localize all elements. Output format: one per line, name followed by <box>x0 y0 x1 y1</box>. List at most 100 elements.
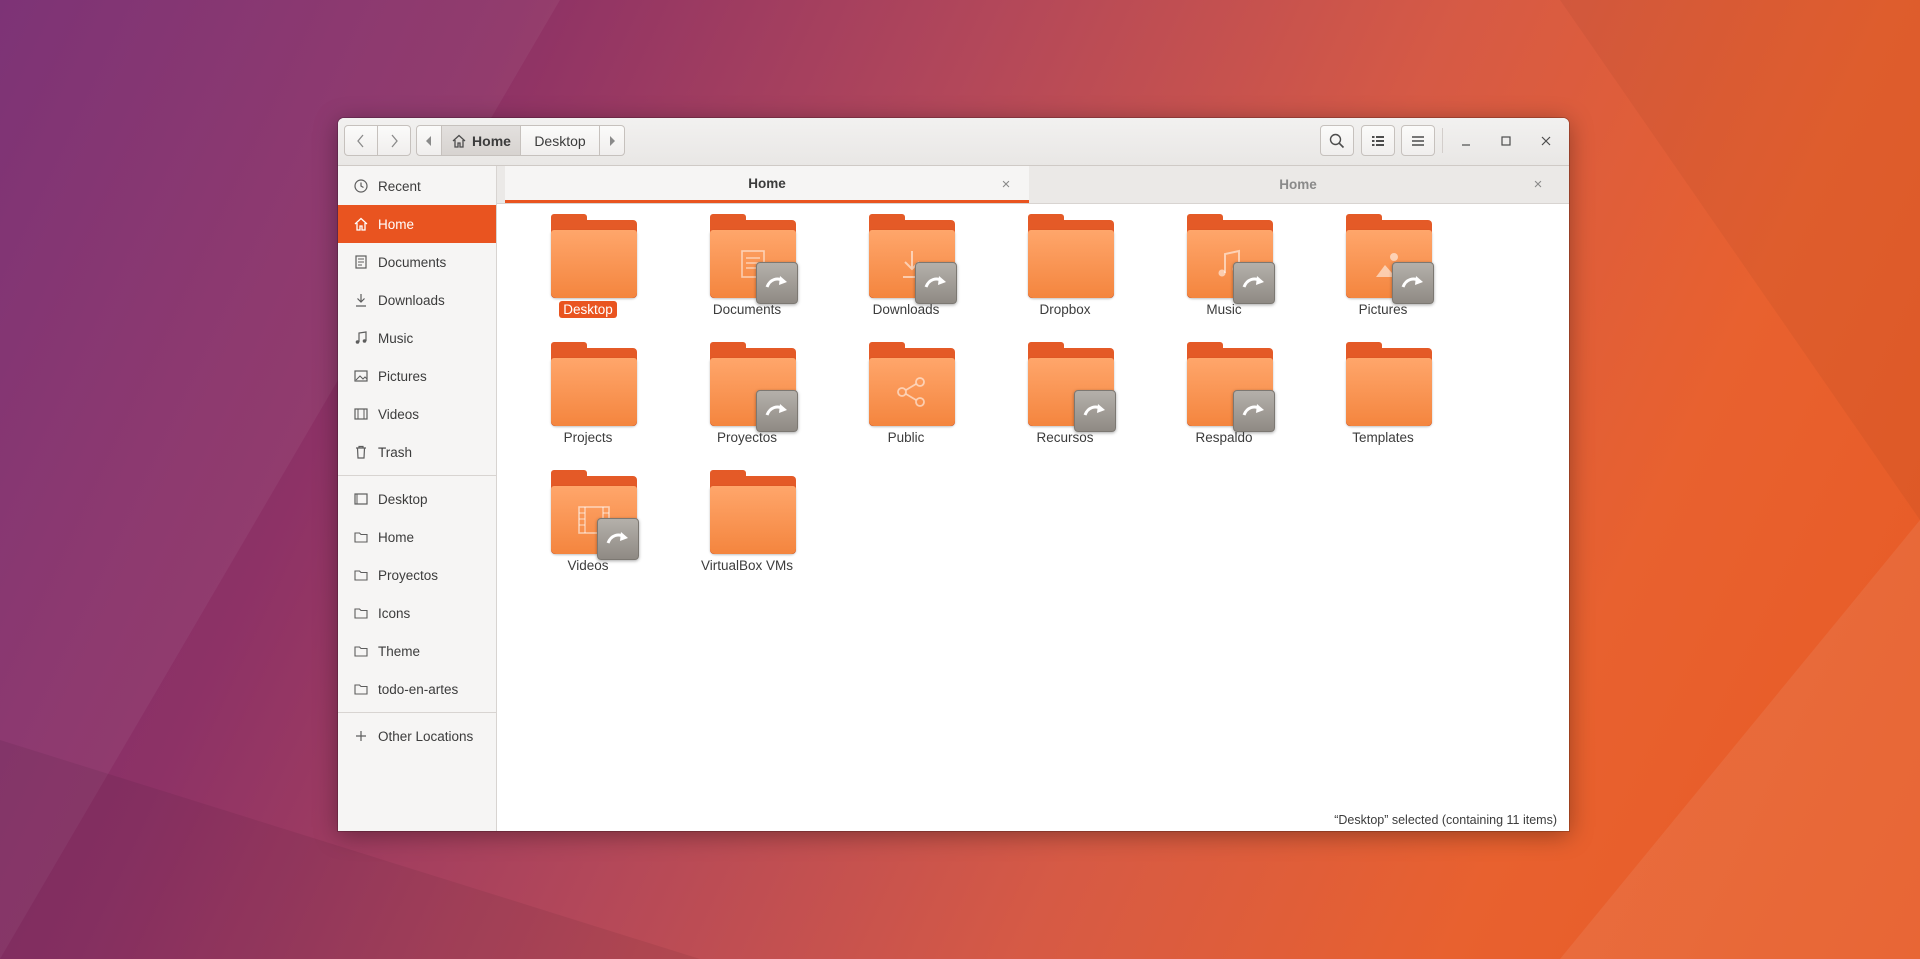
folder-item-templates[interactable]: Templates <box>1308 334 1458 452</box>
folder-icon <box>551 342 637 426</box>
picture-icon <box>352 368 369 385</box>
folder-label-text: Downloads <box>872 302 940 317</box>
symlink-arrow-icon <box>1083 404 1105 416</box>
folder-label: Downloads <box>831 302 981 317</box>
folder-icon <box>710 470 796 554</box>
folder-item-virtualbox-vms[interactable]: VirtualBox VMs <box>672 462 822 580</box>
search-button[interactable] <box>1320 125 1354 156</box>
sidebar-item-downloads[interactable]: Downloads <box>338 281 496 319</box>
sidebar-item-music[interactable]: Music <box>338 319 496 357</box>
folder-item-desktop[interactable]: Desktop <box>513 206 663 324</box>
folder-item-pictures[interactable]: Pictures <box>1308 206 1458 324</box>
sidebar-item-videos[interactable]: Videos <box>338 395 496 433</box>
sidebar-item-label: Home <box>378 529 415 545</box>
symlink-arrow-icon <box>765 276 787 288</box>
tab-home[interactable]: Home <box>1033 166 1563 203</box>
minimize-icon <box>1462 143 1470 146</box>
folder-item-respaldo[interactable]: Respaldo <box>1149 334 1299 452</box>
folder-item-recursos[interactable]: Recursos <box>990 334 1140 452</box>
folder-item-videos[interactable]: Videos <box>513 462 663 580</box>
back-button[interactable] <box>344 125 378 156</box>
symlink-arrow-icon <box>765 404 787 416</box>
maximize-icon <box>1501 135 1511 146</box>
folder-label-text: Videos <box>567 558 609 573</box>
symlink-emblem-icon <box>1233 390 1275 432</box>
view-toggle-button[interactable] <box>1361 125 1395 156</box>
tab-close-button[interactable]: × <box>1529 175 1547 193</box>
plus-icon <box>352 728 369 745</box>
home-icon <box>452 134 466 148</box>
folder-label: Projects <box>513 430 663 445</box>
tab-close-button[interactable]: × <box>997 175 1015 193</box>
sidebar-bookmark-todo-en-artes[interactable]: todo-en-artes <box>338 670 496 708</box>
download-icon <box>352 292 369 309</box>
folder-item-documents[interactable]: Documents <box>672 206 822 324</box>
folder-label: Music <box>1149 302 1299 317</box>
path-crumb-desktop[interactable]: Desktop <box>520 125 600 156</box>
folder-label-text: Respaldo <box>1195 430 1253 445</box>
close-icon: × <box>1001 175 1011 193</box>
folder-icon <box>352 529 369 546</box>
folder-item-projects[interactable]: Projects <box>513 334 663 452</box>
film-icon <box>352 406 369 423</box>
folder-label-text: Desktop <box>559 301 617 318</box>
folder-label-text: Pictures <box>1358 302 1408 317</box>
path-crumb-home[interactable]: Home <box>441 125 521 156</box>
sidebar-item-label: todo-en-artes <box>378 681 459 697</box>
sidebar-bookmark-proyectos[interactable]: Proyectos <box>338 556 496 594</box>
sidebar-item-label: Theme <box>378 643 421 659</box>
folder-label-text: Public <box>887 430 925 445</box>
sidebar-item-label: Videos <box>378 406 420 422</box>
folder-item-music[interactable]: Music <box>1149 206 1299 324</box>
folder-icon <box>869 342 955 426</box>
sidebar-item-other-locations[interactable]: Other Locations <box>338 717 496 755</box>
sidebar-bookmark-theme[interactable]: Theme <box>338 632 496 670</box>
close-window-button[interactable] <box>1529 125 1563 156</box>
tab-bar: Home × Home × <box>497 166 1569 204</box>
folder-item-downloads[interactable]: Downloads <box>831 206 981 324</box>
sidebar-item-pictures[interactable]: Pictures <box>338 357 496 395</box>
folder-label: Desktop <box>513 301 663 318</box>
header-bar: Home Desktop <box>338 118 1569 166</box>
forward-button[interactable] <box>377 125 411 156</box>
close-icon: × <box>1533 175 1543 193</box>
folder-item-proyectos[interactable]: Proyectos <box>672 334 822 452</box>
folder-icon <box>1028 214 1114 298</box>
folder-icon <box>352 681 369 698</box>
sidebar-separator <box>338 475 496 476</box>
sidebar-item-documents[interactable]: Documents <box>338 243 496 281</box>
sidebar-bookmark-icons[interactable]: Icons <box>338 594 496 632</box>
music-icon <box>352 330 369 347</box>
sidebar-item-trash[interactable]: Trash <box>338 433 496 471</box>
folder-label-text: Templates <box>1352 430 1414 445</box>
sidebar-item-label: Other Locations <box>378 728 474 744</box>
folder-label: Dropbox <box>990 302 1140 317</box>
sidebar-item-home[interactable]: Home <box>338 205 496 243</box>
minimize-button[interactable] <box>1449 125 1483 156</box>
sidebar-bookmark-home[interactable]: Home <box>338 518 496 556</box>
symlink-emblem-icon <box>915 262 957 304</box>
maximize-button[interactable] <box>1489 125 1523 156</box>
folder-label-text: Music <box>1206 302 1242 317</box>
folder-label: VirtualBox VMs <box>672 558 822 573</box>
menu-button[interactable] <box>1401 125 1435 156</box>
path-scroll-left-button[interactable] <box>416 125 442 156</box>
file-manager-window: Home Desktop Recent Home Documents Downl… <box>338 118 1569 831</box>
tab-home-active[interactable]: Home <box>505 166 1029 203</box>
folder-label-text: Dropbox <box>1039 302 1091 317</box>
folder-item-dropbox[interactable]: Dropbox <box>990 206 1140 324</box>
sidebar: Recent Home Documents Downloads Music Pi… <box>338 166 497 831</box>
sidebar-separator <box>338 712 496 713</box>
history-nav <box>344 125 411 156</box>
symlink-emblem-icon <box>1074 390 1116 432</box>
folder-label: Videos <box>513 558 663 573</box>
folder-item-public[interactable]: Public <box>831 334 981 452</box>
triangle-right-icon <box>610 135 615 146</box>
chevron-left-icon <box>357 134 364 147</box>
sidebar-bookmark-desktop[interactable]: Desktop <box>338 480 496 518</box>
home-icon <box>352 216 369 233</box>
sidebar-item-label: Recent <box>378 178 421 194</box>
sidebar-item-recent[interactable]: Recent <box>338 167 496 205</box>
symlink-emblem-icon <box>756 390 798 432</box>
path-scroll-right-button[interactable] <box>599 125 625 156</box>
